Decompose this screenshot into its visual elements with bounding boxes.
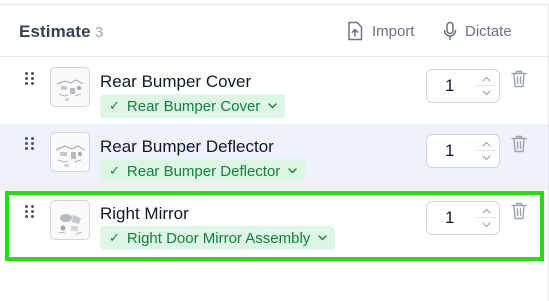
chevron-down-icon [318, 235, 327, 241]
dictate-button[interactable]: Dictate [443, 19, 512, 43]
decrement-button[interactable] [476, 86, 496, 99]
import-label: Import [372, 22, 415, 40]
chevron-down-icon [481, 89, 491, 95]
chevron-down-icon [481, 221, 491, 227]
drag-handle-icon[interactable] [24, 204, 36, 220]
chevron-up-icon [481, 208, 491, 214]
trash-icon[interactable] [510, 69, 528, 89]
decrement-button[interactable] [476, 151, 496, 164]
part-name: Rear Bumper Deflector [100, 137, 274, 156]
list-item[interactable]: Rear Bumper Cover ✓ Rear Bumper Cover 1 [0, 60, 548, 124]
dictate-label: Dictate [465, 22, 512, 40]
quantity-stepper[interactable]: 1 [426, 134, 500, 168]
chevron-up-icon [481, 76, 491, 82]
microphone-icon [443, 21, 457, 41]
check-icon: ✓ [109, 98, 120, 113]
quantity-stepper[interactable]: 1 [426, 201, 500, 235]
check-icon: ✓ [109, 163, 120, 178]
part-match-label: Right Door Mirror Assembly [126, 229, 311, 247]
stepper-arrows [476, 138, 496, 164]
row-divider [0, 124, 548, 125]
list-item[interactable]: Right Mirror ✓ Right Door Mirror Assembl… [0, 191, 548, 255]
part-match-label: Rear Bumper Deflector [126, 162, 281, 180]
decrement-button[interactable] [476, 218, 496, 231]
quantity-stepper[interactable]: 1 [426, 69, 500, 103]
part-thumbnail-icon [50, 200, 90, 240]
item-count-badge: 3 [95, 24, 104, 41]
chevron-up-icon [481, 141, 491, 147]
quantity-input[interactable]: 1 [445, 208, 454, 228]
part-name: Rear Bumper Cover [100, 72, 252, 91]
estimate-header: Estimate 3 Import Dictate [0, 5, 548, 57]
chevron-down-icon [268, 103, 277, 109]
chevron-down-icon [481, 154, 491, 160]
import-button[interactable]: Import [346, 19, 415, 43]
quantity-input[interactable]: 1 [445, 76, 454, 96]
check-icon: ✓ [109, 230, 120, 245]
part-match-dropdown[interactable]: ✓ Rear Bumper Cover [100, 94, 286, 118]
estimate-panel: Estimate 3 Import Dictate Rear Bumper Co… [0, 0, 549, 301]
part-match-dropdown[interactable]: ✓ Rear Bumper Deflector [100, 159, 306, 183]
trash-icon[interactable] [510, 134, 528, 154]
page-title: Estimate [19, 22, 91, 41]
list-item[interactable]: Rear Bumper Deflector ✓ Rear Bumper Defl… [0, 125, 548, 189]
drag-handle-icon[interactable] [24, 71, 36, 87]
stepper-arrows [476, 73, 496, 99]
increment-button[interactable] [476, 205, 496, 218]
part-match-dropdown[interactable]: ✓ Right Door Mirror Assembly [100, 226, 336, 250]
drag-handle-icon[interactable] [24, 136, 36, 152]
row-divider [0, 189, 548, 190]
part-thumbnail-icon [50, 67, 90, 107]
part-thumbnail-icon [50, 132, 90, 172]
trash-icon[interactable] [510, 201, 528, 221]
chevron-down-icon [288, 168, 298, 174]
part-name: Right Mirror [100, 204, 189, 223]
stepper-arrows [476, 205, 496, 231]
part-match-label: Rear Bumper Cover [126, 97, 261, 115]
upload-file-icon [346, 21, 364, 41]
increment-button[interactable] [476, 138, 496, 151]
quantity-input[interactable]: 1 [445, 141, 454, 161]
increment-button[interactable] [476, 73, 496, 86]
